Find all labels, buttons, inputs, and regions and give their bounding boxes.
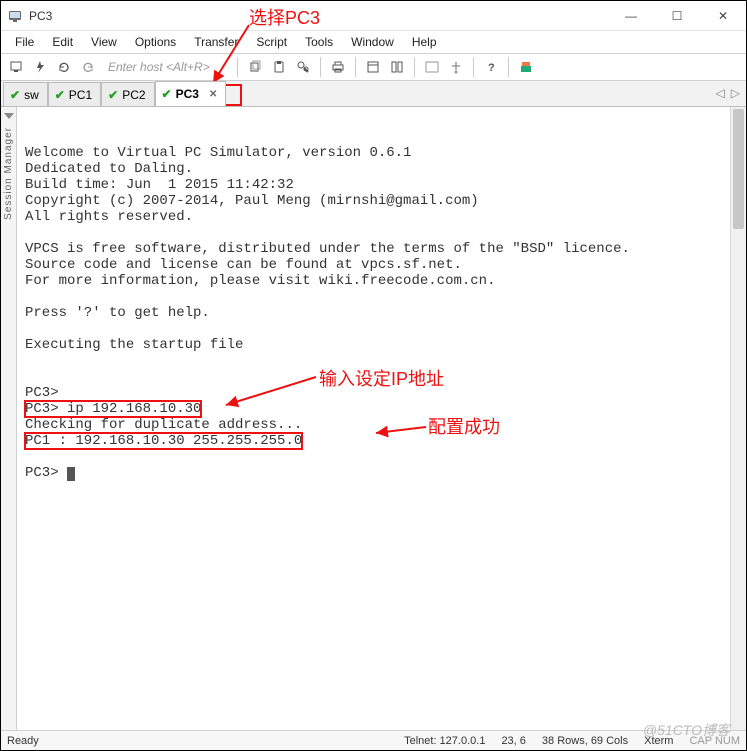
menu-transfer[interactable]: Transfer	[186, 33, 246, 51]
terminal-line: Checking for duplicate address...	[25, 417, 302, 433]
close-button[interactable]: ✕	[700, 1, 746, 31]
menu-window[interactable]: Window	[343, 33, 402, 51]
host-input[interactable]: Enter host <Alt+R>	[101, 57, 231, 77]
check-icon: ✔	[55, 88, 65, 102]
reconnect-all-icon[interactable]	[77, 56, 99, 78]
terminal-line: PC3>	[25, 385, 59, 401]
status-caps: CAP NUM	[689, 735, 740, 747]
status-ready: Ready	[7, 735, 39, 747]
connect-icon[interactable]	[5, 56, 27, 78]
app-icon	[7, 8, 23, 24]
tab-prev-icon[interactable]: ◁	[716, 86, 725, 100]
close-tab-icon[interactable]: ✕	[209, 89, 217, 100]
tab-label: PC2	[122, 88, 145, 102]
terminal-line: Copyright (c) 2007-2014, Paul Meng (mirn…	[25, 193, 479, 209]
terminal-line: Build time: Jun 1 2015 11:42:32	[25, 177, 294, 193]
toggle-a-icon[interactable]	[421, 56, 443, 78]
status-bar: Ready Telnet: 127.0.0.1 23, 6 38 Rows, 6…	[1, 730, 746, 750]
menu-file[interactable]: File	[7, 33, 42, 51]
tab-pc2[interactable]: ✔ PC2	[101, 82, 154, 106]
sidebar-label: Session Manager	[3, 127, 14, 220]
tab-next-icon[interactable]: ▷	[731, 86, 740, 100]
toggle-b-icon[interactable]	[445, 56, 467, 78]
svg-text:?: ?	[488, 62, 495, 74]
minimize-button[interactable]: —	[608, 1, 654, 31]
activator-icon[interactable]	[515, 56, 537, 78]
status-cursor-pos: 23, 6	[501, 735, 525, 747]
terminal-line: For more information, please visit wiki.…	[25, 273, 495, 289]
quick-connect-icon[interactable]	[29, 56, 51, 78]
status-size: 38 Rows, 69 Cols	[542, 735, 628, 747]
reconnect-icon[interactable]	[53, 56, 75, 78]
menu-help[interactable]: Help	[404, 33, 445, 51]
check-icon: ✔	[108, 88, 118, 102]
paste-icon[interactable]	[268, 56, 290, 78]
terminal[interactable]: Welcome to Virtual PC Simulator, version…	[25, 113, 728, 730]
status-term: Xterm	[644, 735, 673, 747]
tab-label: PC1	[69, 88, 92, 102]
status-connection: Telnet: 127.0.0.1	[404, 735, 485, 747]
terminal-line: VPCS is free software, distributed under…	[25, 241, 630, 257]
tab-sw[interactable]: ✔ sw	[3, 82, 48, 106]
terminal-line: Dedicated to Daling.	[25, 161, 193, 177]
tabstrip: ✔ sw ✔ PC1 ✔ PC2 ✔ PC3 ✕ ◁ ▷	[1, 81, 746, 107]
toolbar: Enter host <Alt+R> ?	[1, 53, 746, 81]
print-icon[interactable]	[327, 56, 349, 78]
terminal-line: All rights reserved.	[25, 209, 193, 225]
help-icon[interactable]: ?	[480, 56, 502, 78]
tab-pc3[interactable]: ✔ PC3 ✕	[155, 81, 227, 106]
menu-tools[interactable]: Tools	[297, 33, 341, 51]
session-options-icon[interactable]	[386, 56, 408, 78]
maximize-button[interactable]: ☐	[654, 1, 700, 31]
terminal-line-ip-cmd: PC3> ip 192.168.10.30	[25, 401, 201, 417]
window-title: PC3	[29, 9, 608, 23]
tab-pc1[interactable]: ✔ PC1	[48, 82, 101, 106]
cursor-icon	[67, 467, 75, 481]
terminal-line: Source code and license can be found at …	[25, 257, 462, 273]
properties-icon[interactable]	[362, 56, 384, 78]
vertical-scrollbar[interactable]	[730, 107, 746, 730]
find-icon[interactable]	[292, 56, 314, 78]
terminal-line: Executing the startup file	[25, 337, 243, 353]
terminal-line: Welcome to Virtual PC Simulator, version…	[25, 145, 411, 161]
menu-bar: File Edit View Options Transfer Script T…	[1, 31, 746, 53]
terminal-line: Press '?' to get help.	[25, 305, 210, 321]
menu-script[interactable]: Script	[248, 33, 295, 51]
terminal-prompt: PC3>	[25, 465, 75, 481]
tab-label: PC3	[176, 87, 199, 101]
terminal-line-result: PC1 : 192.168.10.30 255.255.255.0	[25, 433, 302, 449]
chevron-icon	[4, 113, 14, 121]
copy-icon[interactable]	[244, 56, 266, 78]
tab-label: sw	[24, 88, 39, 102]
session-manager-sidebar[interactable]: Session Manager	[1, 107, 17, 730]
menu-edit[interactable]: Edit	[44, 33, 81, 51]
menu-options[interactable]: Options	[127, 33, 184, 51]
scrollbar-thumb[interactable]	[733, 109, 744, 229]
check-icon: ✔	[10, 88, 20, 102]
menu-view[interactable]: View	[83, 33, 125, 51]
check-icon: ✔	[162, 87, 172, 101]
